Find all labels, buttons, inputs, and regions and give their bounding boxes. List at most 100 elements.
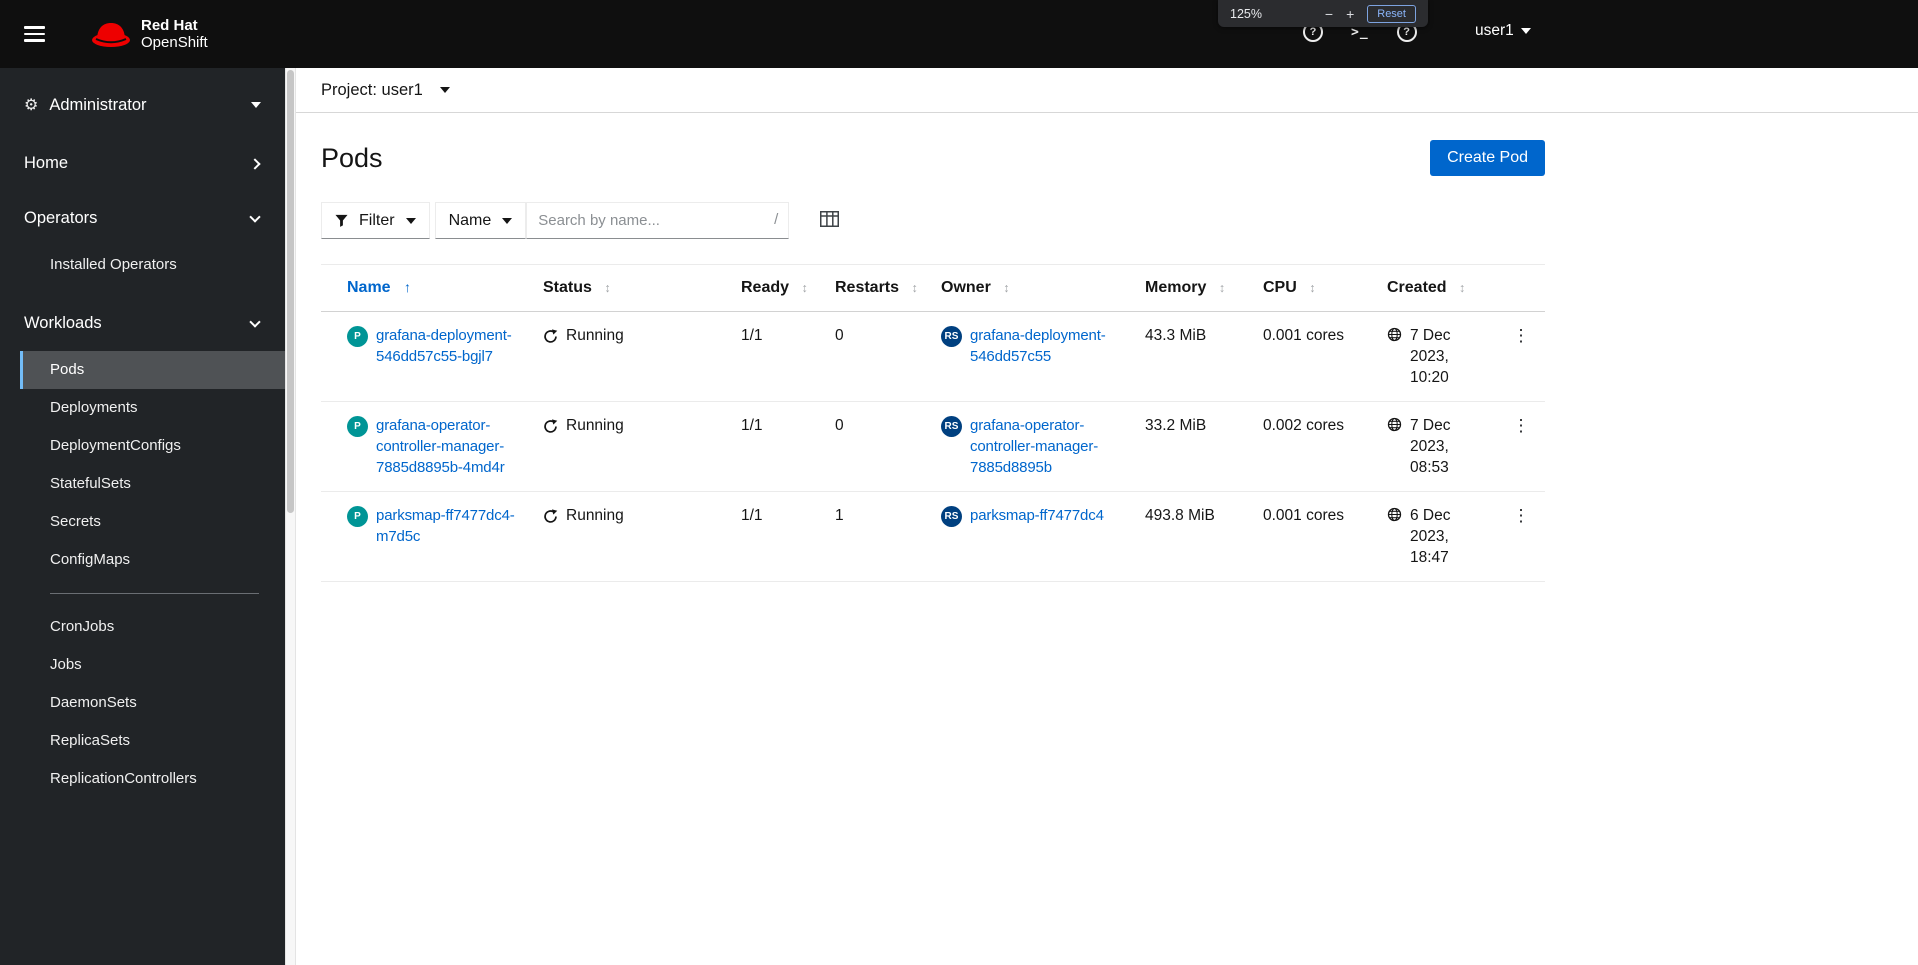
created-timestamp: 6 Dec 2023, 18:47	[1410, 507, 1451, 566]
page-title: Pods	[321, 142, 383, 173]
sort-icon: ↕	[1003, 281, 1010, 295]
sidebar-scrollbar[interactable]	[285, 68, 296, 965]
pod-link[interactable]: parksmap-ff7477dc4-m7d5c	[376, 505, 517, 547]
kebab-menu-icon[interactable]: ⋮	[1505, 505, 1538, 526]
filter-by-dropdown[interactable]: Name	[434, 202, 527, 239]
table-row: P grafana-deployment-546dd57c55-bgjl7 Ru…	[321, 311, 1545, 402]
sidebar-item-replicasets[interactable]: ReplicaSets	[0, 722, 285, 760]
column-header-ready[interactable]: Ready ↕	[725, 264, 819, 312]
filter-toolbar: Filter Name /	[321, 202, 1545, 239]
column-header-status[interactable]: Status ↕	[527, 264, 725, 312]
redhat-fedora-icon	[92, 23, 130, 47]
table-row: P grafana-operator-controller-manager-78…	[321, 401, 1545, 492]
ready-cell: 1/1	[725, 311, 819, 402]
brand-redhat: Red Hat	[141, 17, 198, 34]
filter-dropdown[interactable]: Filter	[321, 202, 430, 239]
memory-cell: 33.2 MiB	[1129, 401, 1247, 492]
create-pod-button[interactable]: Create Pod	[1430, 140, 1545, 176]
owner-link[interactable]: parksmap-ff7477dc4	[970, 505, 1104, 526]
owner-link[interactable]: grafana-operator-controller-manager-7885…	[970, 415, 1119, 478]
restarts-cell: 1	[819, 491, 925, 582]
main-content: Project: user1 Pods Create Pod Filter Na…	[296, 68, 1918, 965]
search-input[interactable]	[526, 202, 790, 239]
restarts-cell: 0	[819, 311, 925, 402]
redhat-openshift-logo: Red Hat OpenShift	[90, 17, 208, 51]
owner-link[interactable]: grafana-deployment-546dd57c55	[970, 325, 1119, 367]
sidebar-item-home[interactable]: Home	[0, 136, 285, 191]
sidebar-item-configmaps[interactable]: ConfigMaps	[0, 541, 285, 579]
project-label: Project: user1	[321, 80, 423, 99]
column-header-cpu[interactable]: CPU ↕	[1247, 264, 1371, 312]
globe-icon	[1387, 417, 1402, 432]
zoom-reset-button[interactable]: Reset	[1367, 4, 1416, 23]
user-menu[interactable]: user1	[1475, 22, 1531, 40]
sidebar-nav: ⚙ Administrator Home Operators Installed…	[0, 68, 285, 965]
sidebar-item-deployments[interactable]: Deployments	[0, 389, 285, 427]
filter-funnel-icon	[335, 214, 348, 227]
chevron-down-icon	[439, 87, 450, 93]
sidebar-item-replicationcontrollers[interactable]: ReplicationControllers	[0, 760, 285, 798]
sidebar-item-operators[interactable]: Operators	[0, 191, 285, 246]
chevron-down-icon	[502, 217, 513, 224]
sidebar-item-pods[interactable]: Pods	[20, 351, 285, 389]
project-selector[interactable]: Project: user1	[321, 81, 450, 100]
openshift-console: Red Hat OpenShift ? >_ ? user1 125% − + …	[0, 0, 1918, 965]
workloads-subnav: Pods Deployments DeploymentConfigs State…	[0, 351, 285, 810]
sidebar-item-secrets[interactable]: Secrets	[0, 503, 285, 541]
nav-toggle-button[interactable]	[24, 16, 60, 52]
masthead: Red Hat OpenShift ? >_ ? user1	[0, 0, 1918, 68]
sync-icon	[544, 419, 558, 433]
brand-text: Red Hat OpenShift	[141, 17, 208, 51]
column-header-owner[interactable]: Owner ↕	[925, 264, 1129, 312]
sync-icon	[544, 509, 558, 523]
manage-columns-button[interactable]	[816, 207, 843, 234]
column-header-name[interactable]: Name ↑	[321, 264, 527, 312]
zoom-out-button[interactable]: −	[1325, 7, 1333, 21]
perspective-switcher[interactable]: ⚙ Administrator	[0, 68, 285, 136]
sidebar-item-cronjobs[interactable]: CronJobs	[0, 608, 285, 646]
search-shortcut-hint: /	[774, 211, 779, 228]
column-header-restarts[interactable]: Restarts ↕	[819, 264, 925, 312]
pod-link[interactable]: grafana-operator-controller-manager-7885…	[376, 415, 517, 478]
pods-table: Name ↑ Status ↕ Ready ↕ Restarts ↕ Owner…	[321, 264, 1545, 582]
search-box: /	[526, 202, 790, 239]
pod-link[interactable]: grafana-deployment-546dd57c55-bgjl7	[376, 325, 517, 367]
sort-ascending-icon: ↑	[404, 279, 412, 295]
scrollbar-thumb[interactable]	[287, 70, 294, 513]
kebab-menu-icon[interactable]: ⋮	[1505, 415, 1538, 436]
chevron-down-icon	[251, 102, 261, 108]
column-header-memory[interactable]: Memory ↕	[1129, 264, 1247, 312]
sidebar-item-installed-operators[interactable]: Installed Operators	[0, 246, 285, 284]
replicaset-badge: RS	[941, 416, 962, 437]
cpu-cell: 0.001 cores	[1247, 311, 1371, 402]
sort-icon: ↕	[1459, 281, 1466, 295]
cpu-cell: 0.001 cores	[1247, 491, 1371, 582]
kebab-menu-icon[interactable]: ⋮	[1505, 325, 1538, 346]
memory-cell: 43.3 MiB	[1129, 311, 1247, 402]
columns-icon	[820, 211, 840, 227]
globe-icon	[1387, 507, 1402, 522]
operators-subnav: Installed Operators	[0, 246, 285, 296]
sort-icon: ↕	[604, 281, 611, 295]
chevron-down-icon	[405, 217, 416, 224]
browser-zoom-popup: 125% − + Reset	[1218, 0, 1428, 27]
chevron-down-icon	[249, 210, 261, 223]
table-row: P parksmap-ff7477dc4-m7d5c Running 1/1 1…	[321, 491, 1545, 582]
column-header-created[interactable]: Created ↕	[1371, 264, 1497, 312]
replicaset-badge: RS	[941, 326, 962, 347]
sidebar-item-jobs[interactable]: Jobs	[0, 646, 285, 684]
sidebar-item-workloads[interactable]: Workloads	[0, 296, 285, 351]
pod-badge: P	[347, 416, 368, 437]
zoom-in-button[interactable]: +	[1346, 7, 1354, 21]
gear-icon: ⚙	[24, 97, 39, 114]
sort-icon: ↕	[911, 281, 918, 295]
sync-icon	[544, 329, 558, 343]
restarts-cell: 0	[819, 401, 925, 492]
sidebar-item-deploymentconfigs[interactable]: DeploymentConfigs	[0, 427, 285, 465]
sort-icon: ↕	[1309, 281, 1316, 295]
column-header-actions	[1497, 264, 1545, 312]
replicaset-badge: RS	[941, 506, 962, 527]
sidebar-item-daemonsets[interactable]: DaemonSets	[0, 684, 285, 722]
page-content: Pods Create Pod Filter Name Search by na…	[296, 140, 1918, 582]
sidebar-item-statefulsets[interactable]: StatefulSets	[0, 465, 285, 503]
